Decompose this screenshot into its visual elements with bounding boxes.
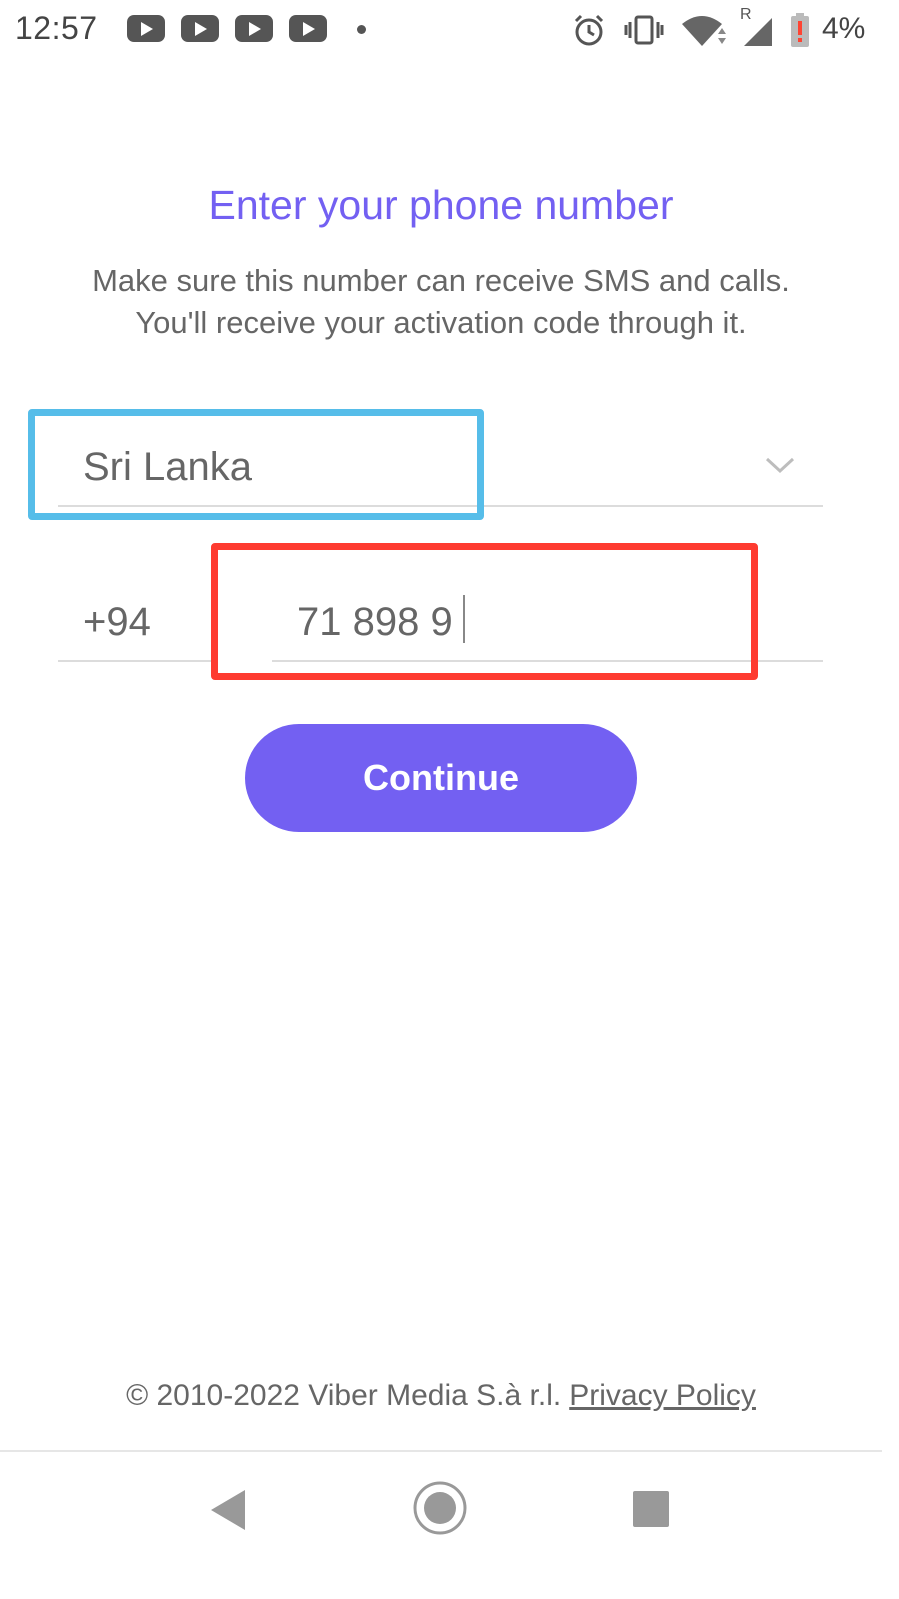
country-code-field[interactable]: +94 bbox=[58, 565, 213, 662]
phone-highlight-box bbox=[211, 543, 758, 680]
home-icon[interactable] bbox=[412, 1480, 468, 1536]
battery-percent: 4% bbox=[822, 12, 866, 45]
roaming-label: R bbox=[740, 6, 752, 23]
back-icon[interactable] bbox=[207, 1488, 249, 1532]
chevron-down-icon bbox=[765, 457, 795, 474]
recents-icon[interactable] bbox=[632, 1490, 670, 1528]
navigation-bar bbox=[0, 1452, 899, 1599]
youtube-icon bbox=[235, 15, 273, 42]
continue-button[interactable]: Continue bbox=[245, 724, 637, 832]
country-highlight-box bbox=[28, 409, 484, 520]
phone-registration-screen: 12:57 R 4% Enter your phone number Make … bbox=[0, 0, 899, 1599]
vibrate-icon bbox=[624, 15, 664, 45]
country-code: +94 bbox=[83, 600, 151, 644]
youtube-icon bbox=[289, 15, 327, 42]
page-subtitle: Make sure this number can receive SMS an… bbox=[0, 260, 882, 344]
copyright-text: © 2010-2022 Viber Media S.à r.l. bbox=[126, 1379, 562, 1412]
page-title: Enter your phone number bbox=[208, 182, 674, 228]
more-notifications-dot bbox=[357, 25, 366, 34]
footer: © 2010-2022 Viber Media S.à r.l. Privacy … bbox=[0, 1379, 882, 1413]
status-time: 12:57 bbox=[15, 10, 98, 46]
youtube-icon bbox=[127, 15, 165, 42]
youtube-icon bbox=[181, 15, 219, 42]
subtitle-line: Make sure this number can receive SMS an… bbox=[92, 263, 790, 298]
status-bar: 12:57 R 4% bbox=[0, 0, 899, 62]
subtitle-line: You'll receive your activation code thro… bbox=[135, 305, 747, 340]
wifi-icon bbox=[682, 16, 726, 46]
alarm-icon bbox=[574, 14, 604, 46]
privacy-policy-link[interactable]: Privacy Policy bbox=[569, 1379, 756, 1412]
battery-low-icon bbox=[791, 13, 809, 47]
